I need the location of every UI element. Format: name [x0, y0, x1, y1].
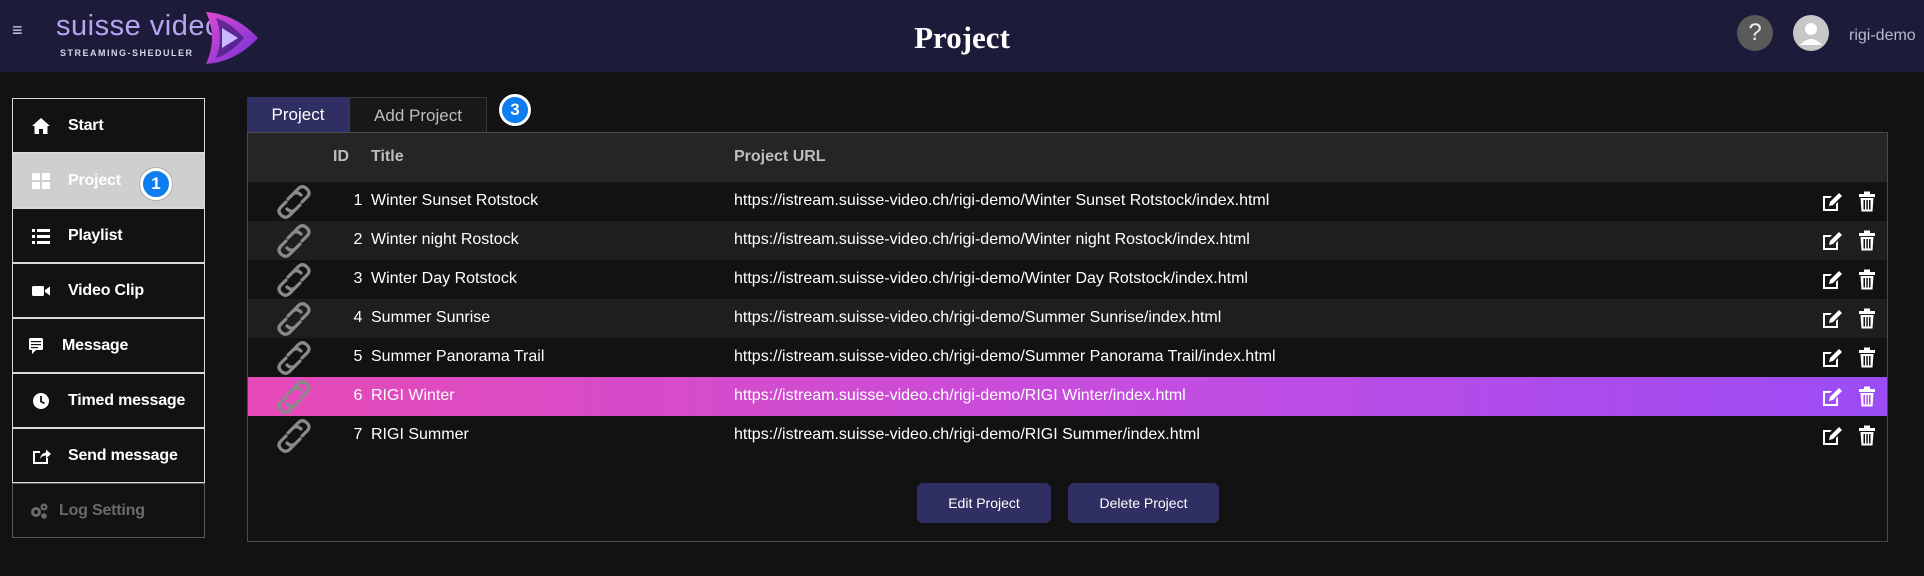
sidebar-item-playlist[interactable]: Playlist: [12, 208, 205, 263]
trash-icon[interactable]: [1858, 386, 1876, 407]
cell-title: Summer Panorama Trail: [371, 348, 545, 365]
cogs-icon: [31, 503, 48, 519]
table-row[interactable]: 3 Winter Day Rotstock https://istream.suis…: [248, 260, 1887, 299]
sidebar-item-start[interactable]: Start: [12, 98, 205, 153]
sidebar-item-label: Timed message: [68, 392, 186, 409]
page-title: Project: [914, 20, 1010, 55]
cell-title: RIGI Winter: [371, 387, 455, 404]
cell-title: Winter night Rostock: [371, 231, 519, 248]
link-icon[interactable]: [276, 419, 312, 453]
table-row[interactable]: 7 RIGI Summer https://istream.suisse-video…: [248, 416, 1887, 455]
sidebar-item-project[interactable]: Project: [12, 153, 205, 208]
cell-title: RIGI Summer: [371, 426, 469, 443]
cell-url[interactable]: https://istream.suisse-video.ch/rigi-dem…: [734, 387, 1186, 405]
edit-icon[interactable]: [1821, 231, 1843, 251]
user-icon: [1800, 23, 1822, 45]
link-icon[interactable]: [276, 224, 312, 258]
cell-url[interactable]: https://istream.suisse-video.ch/rigi-dem…: [734, 309, 1221, 327]
table-row[interactable]: 1 Winter Sunset Rotstock https://istream.s…: [248, 182, 1887, 221]
table-row[interactable]: 6 RIGI Winter https://istream.suisse-video…: [248, 377, 1887, 416]
link-icon[interactable]: [276, 185, 312, 219]
top-header: ≡ suisse video STREAMING-SHEDULER Projec…: [0, 0, 1924, 72]
step-badge-3: 3: [499, 94, 531, 126]
cell-url[interactable]: https://istream.suisse-video.ch/rigi-dem…: [734, 192, 1269, 210]
link-icon[interactable]: [276, 302, 312, 336]
project-table-panel: ID Title Project URL 1 Winter Sunset Rots…: [247, 132, 1888, 542]
sidebar-item-label: Send message: [68, 447, 178, 464]
edit-icon[interactable]: [1821, 192, 1843, 212]
video-camera-icon: [32, 286, 50, 296]
table-row[interactable]: 2 Winter night Rostock https://istream.sui…: [248, 221, 1887, 260]
edit-icon[interactable]: [1821, 387, 1843, 407]
edit-icon[interactable]: [1821, 309, 1843, 329]
cell-title: Winter Day Rotstock: [371, 270, 517, 287]
table-row[interactable]: 4 Summer Sunrise https://istream.suisse-vi…: [248, 299, 1887, 338]
sidebar-item-label: Video Clip: [68, 282, 144, 299]
delete-project-button[interactable]: Delete Project: [1068, 483, 1219, 523]
column-header-url[interactable]: Project URL: [734, 148, 826, 166]
column-header-id[interactable]: ID: [333, 148, 349, 166]
username[interactable]: rigi-demo: [1849, 27, 1916, 45]
help-button[interactable]: ?: [1737, 15, 1773, 51]
cell-title: Winter Sunset Rotstock: [371, 192, 539, 209]
link-icon[interactable]: [276, 380, 312, 414]
edit-icon[interactable]: [1821, 348, 1843, 368]
sidebar-item-label: Message: [62, 337, 129, 354]
link-icon[interactable]: [276, 341, 312, 375]
sidebar-item-label: Playlist: [68, 227, 123, 244]
trash-icon[interactable]: [1858, 191, 1876, 212]
tab-project[interactable]: Project: [247, 97, 349, 132]
sidebar-item-video-clip[interactable]: Video Clip: [12, 263, 205, 318]
column-header-title[interactable]: Title: [371, 148, 404, 166]
cell-url[interactable]: https://istream.suisse-video.ch/rigi-dem…: [734, 348, 1276, 366]
table-row[interactable]: 5 Summer Panorama Trail https://istream.su…: [248, 338, 1887, 377]
edit-project-button[interactable]: Edit Project: [917, 483, 1051, 523]
trash-icon[interactable]: [1858, 308, 1876, 329]
home-icon: [32, 118, 50, 134]
cell-url[interactable]: https://istream.suisse-video.ch/rigi-dem…: [734, 270, 1248, 288]
trash-icon[interactable]: [1858, 425, 1876, 446]
table-header: ID Title Project URL: [248, 133, 1887, 182]
sidebar-item-message[interactable]: Message: [12, 318, 205, 373]
sidebar-item-timed-message[interactable]: Timed message: [12, 373, 205, 428]
clock-icon: [33, 393, 49, 409]
share-icon: [33, 449, 51, 464]
sidebar: Start Project Playlist Video Clip Messag…: [12, 98, 205, 538]
cell-url[interactable]: https://istream.suisse-video.ch/rigi-dem…: [734, 426, 1200, 444]
link-icon[interactable]: [276, 263, 312, 297]
sidebar-item-send-message[interactable]: Send message: [12, 428, 205, 483]
sidebar-item-label: Start: [68, 117, 104, 134]
edit-icon[interactable]: [1821, 270, 1843, 290]
message-icon: [29, 338, 43, 354]
sidebar-item-label: Project: [68, 172, 121, 189]
tab-add-project[interactable]: Add Project: [349, 97, 487, 132]
list-icon: [32, 229, 50, 244]
trash-icon[interactable]: [1858, 269, 1876, 290]
cell-url[interactable]: https://istream.suisse-video.ch/rigi-dem…: [734, 231, 1250, 249]
grid-icon: [32, 173, 50, 189]
trash-icon[interactable]: [1858, 347, 1876, 368]
edit-icon[interactable]: [1821, 426, 1843, 446]
user-avatar-icon[interactable]: [1793, 15, 1829, 51]
sidebar-item-log-setting: Log Setting: [12, 483, 205, 538]
sidebar-item-label: Log Setting: [59, 502, 145, 519]
step-badge-1: 1: [140, 168, 172, 200]
cell-title: Summer Sunrise: [371, 309, 491, 326]
trash-icon[interactable]: [1858, 230, 1876, 251]
